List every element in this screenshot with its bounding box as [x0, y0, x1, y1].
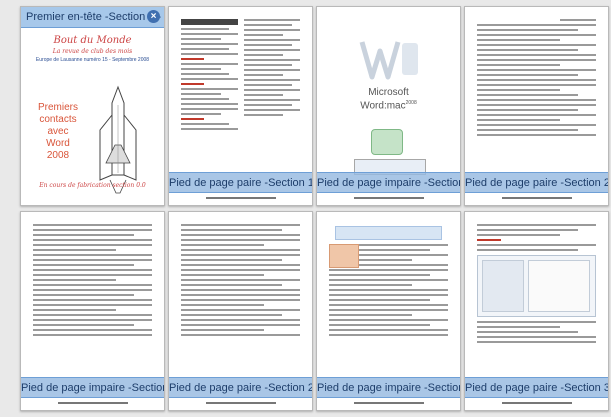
- page-thumbnail-7[interactable]: Pied de page impaire -Section 3 - ▾: [316, 211, 461, 411]
- page-thumbnail-6[interactable]: Pied de page paire -Section 2 - ▾: [168, 211, 313, 411]
- page-body: [477, 224, 596, 380]
- footer-band[interactable]: Pied de page paire -Section 2 - ▾: [169, 377, 312, 398]
- cover-content: Bout du Monde La revue de club des mois …: [33, 27, 152, 194]
- footer-band[interactable]: Pied de page paire -Section 1 - ▾: [169, 172, 312, 193]
- product-version: 2008: [405, 100, 417, 106]
- word-logo-icon: [359, 41, 418, 80]
- footer-band[interactable]: Pied de page impaire -Section 3 - ▾: [317, 377, 460, 398]
- page-thumbnail-2[interactable]: Pied de page paire -Section 1 - ▾: [168, 6, 313, 206]
- footer-label: Pied de page impaire -Section 1 -: [317, 177, 461, 189]
- close-icon[interactable]: ×: [147, 10, 160, 23]
- cover-headline: Premiers contacts avec Word 2008: [33, 102, 83, 162]
- page-footer-line: [169, 402, 312, 407]
- cover-subtitle: La revue de club des mois: [52, 48, 133, 55]
- footer-band[interactable]: Pied de page impaire -Section 1 - ▾: [317, 172, 460, 193]
- page-footer-line: [465, 197, 608, 202]
- inline-image: [329, 244, 359, 268]
- cover-title: Bout du Monde: [53, 35, 132, 46]
- page-thumbnail-4[interactable]: Pied de page paire -Section 2 - ▾: [464, 6, 609, 206]
- page-footer-line: [465, 402, 608, 407]
- cover-footer-text: En cours de fabrication section 0.0: [39, 182, 146, 189]
- cover-edition: Europe de Lausanne numéro 15 - Septembre…: [35, 57, 150, 63]
- page-footer-line: [169, 197, 312, 202]
- page-footer-line: [317, 402, 460, 407]
- cover-headline-line: avec: [47, 126, 69, 137]
- page-body: [181, 224, 300, 380]
- cover-headline-line: contacts: [39, 114, 77, 125]
- brand-name: Microsoft: [368, 87, 409, 98]
- footer-band[interactable]: Pied de page paire -Section 3 - ▾: [465, 377, 608, 398]
- header-label: Premier en-tête -Section 1 -: [26, 11, 162, 23]
- footer-label: Pied de page paire -Section 2 -: [465, 177, 609, 189]
- screenshot-figure: [477, 255, 596, 317]
- page-thumbnail-grid: Premier en-tête -Section 1 - × Bout du M…: [0, 0, 611, 417]
- page-body: [33, 224, 152, 380]
- document-icon: [371, 129, 403, 155]
- page-body: [477, 19, 596, 175]
- page-body: Microsoft Word:mac2008: [329, 19, 448, 175]
- page-body: [181, 19, 300, 175]
- product-name: Word:mac: [360, 100, 406, 112]
- footer-label: Pied de page paire -Section 2 -: [169, 382, 313, 394]
- page-footer-line: [21, 402, 164, 407]
- page-body: [329, 224, 448, 380]
- page-thumbnail-8[interactable]: Pied de page paire -Section 3 - ▾: [464, 211, 609, 411]
- cover-headline-line: 2008: [46, 150, 70, 161]
- footer-label: Pied de page impaire -Section 3 -: [317, 382, 461, 394]
- page-footer-line: [317, 197, 460, 202]
- footer-band[interactable]: Pied de page impaire -Section 2 - ▾: [21, 377, 164, 398]
- cover-headline-line: Premiers: [37, 102, 78, 113]
- page-thumbnail-1[interactable]: Premier en-tête -Section 1 - × Bout du M…: [20, 6, 165, 206]
- footer-label: Pied de page impaire -Section 2 -: [21, 382, 165, 394]
- header-band[interactable]: Premier en-tête -Section 1 - ×: [21, 7, 164, 28]
- cover-headline-line: Word: [46, 138, 70, 149]
- footer-band[interactable]: Pied de page paire -Section 2 - ▾: [465, 172, 608, 193]
- section-title-strip: [335, 226, 442, 240]
- page-thumbnail-3[interactable]: Microsoft Word:mac2008 Pied de page impa…: [316, 6, 461, 206]
- space-shuttle-illustration: [99, 85, 137, 194]
- footer-label: Pied de page paire -Section 3 -: [465, 382, 609, 394]
- page-thumbnail-5[interactable]: Pied de page impaire -Section 2 - ▾: [20, 211, 165, 411]
- word-title: Microsoft Word:mac2008: [329, 87, 448, 111]
- footer-label: Pied de page paire -Section 1 -: [169, 177, 313, 189]
